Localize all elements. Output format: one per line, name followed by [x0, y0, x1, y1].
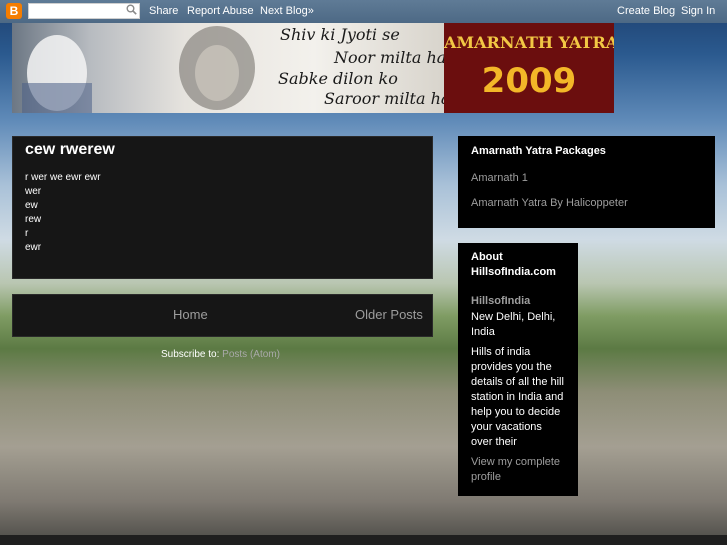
profile-description-line: help you to decide — [471, 406, 561, 418]
post-body-line: rew — [25, 214, 42, 225]
banner-title-panel: AMARNATH YATRA 2009 — [444, 23, 614, 113]
post-body-line: r wer we ewr ewr — [25, 172, 101, 183]
view-profile-link[interactable]: profile — [471, 470, 575, 485]
profile-location: India — [471, 326, 495, 338]
packages-widget: Amarnath Yatra Packages Amarnath 1 Amarn… — [458, 136, 715, 228]
profile-description-line: station in India and — [471, 391, 564, 403]
banner-script-line: Sabke dilon ko — [278, 69, 398, 88]
post-body-line: ewr — [25, 242, 42, 253]
subscribe-label: Subscribe to: — [161, 349, 220, 360]
banner-script-line: Noor milta hai — [334, 48, 452, 67]
package-link[interactable]: Amarnath Yatra By Halicoppeter — [471, 197, 628, 209]
posts-atom-link[interactable]: Posts (Atom) — [222, 349, 280, 360]
post-body-line: r — [25, 228, 29, 239]
header-banner[interactable]: Shiv ki Jyoti se Noor milta hai Sabke di… — [12, 23, 614, 113]
profile-description-line: details of all the hill — [471, 376, 564, 388]
blogger-logo-icon[interactable]: B — [6, 3, 22, 19]
profile-name-link[interactable]: HillsofIndia — [471, 294, 575, 309]
banner-title: AMARNATH YATRA — [444, 33, 614, 52]
post-title[interactable]: cew rwerew — [25, 141, 115, 159]
post: cew rwerew r wer we ewr ewr wer ew rew r… — [12, 136, 433, 279]
post-body-line: ew — [25, 200, 38, 211]
report-abuse-link[interactable]: Report Abuse — [187, 5, 254, 17]
about-widget-title: HillsofIndia.com — [471, 266, 556, 278]
post-body-line: wer — [25, 186, 42, 197]
about-widget-title: About — [471, 251, 503, 263]
view-profile-link[interactable]: View my complete — [471, 455, 575, 470]
older-posts-link[interactable]: Older Posts — [355, 307, 423, 322]
profile-description-line: provides you the — [471, 361, 552, 373]
sign-in-link[interactable]: Sign In — [681, 5, 715, 17]
blogger-navbar: B Share Report Abuse Next Blog» Create B… — [0, 0, 727, 23]
banner-year: 2009 — [481, 61, 577, 101]
profile-description-line: Hills of india — [471, 346, 531, 358]
banner-script-line: Shiv ki Jyoti se — [280, 25, 400, 44]
page-bottom-bar — [0, 535, 727, 545]
blog-pager: Home Older Posts — [12, 294, 433, 337]
subscribe-line: Subscribe to: Posts (Atom) — [161, 349, 280, 360]
home-link[interactable]: Home — [173, 307, 208, 322]
search-icon[interactable] — [124, 4, 138, 18]
about-widget: About HillsofIndia.com HillsofIndia New … — [458, 243, 578, 496]
profile-description-line: over their — [471, 436, 517, 448]
profile-description-line: your vacations — [471, 421, 542, 433]
banner-script-line: Saroor milta hai, — [324, 89, 461, 108]
package-link[interactable]: Amarnath 1 — [471, 172, 528, 184]
share-link[interactable]: Share — [149, 5, 178, 17]
packages-widget-title: Amarnath Yatra Packages — [471, 145, 606, 157]
create-blog-link[interactable]: Create Blog — [617, 5, 675, 17]
next-blog-link[interactable]: Next Blog» — [260, 5, 314, 17]
profile-location: New Delhi, Delhi, — [471, 311, 556, 323]
